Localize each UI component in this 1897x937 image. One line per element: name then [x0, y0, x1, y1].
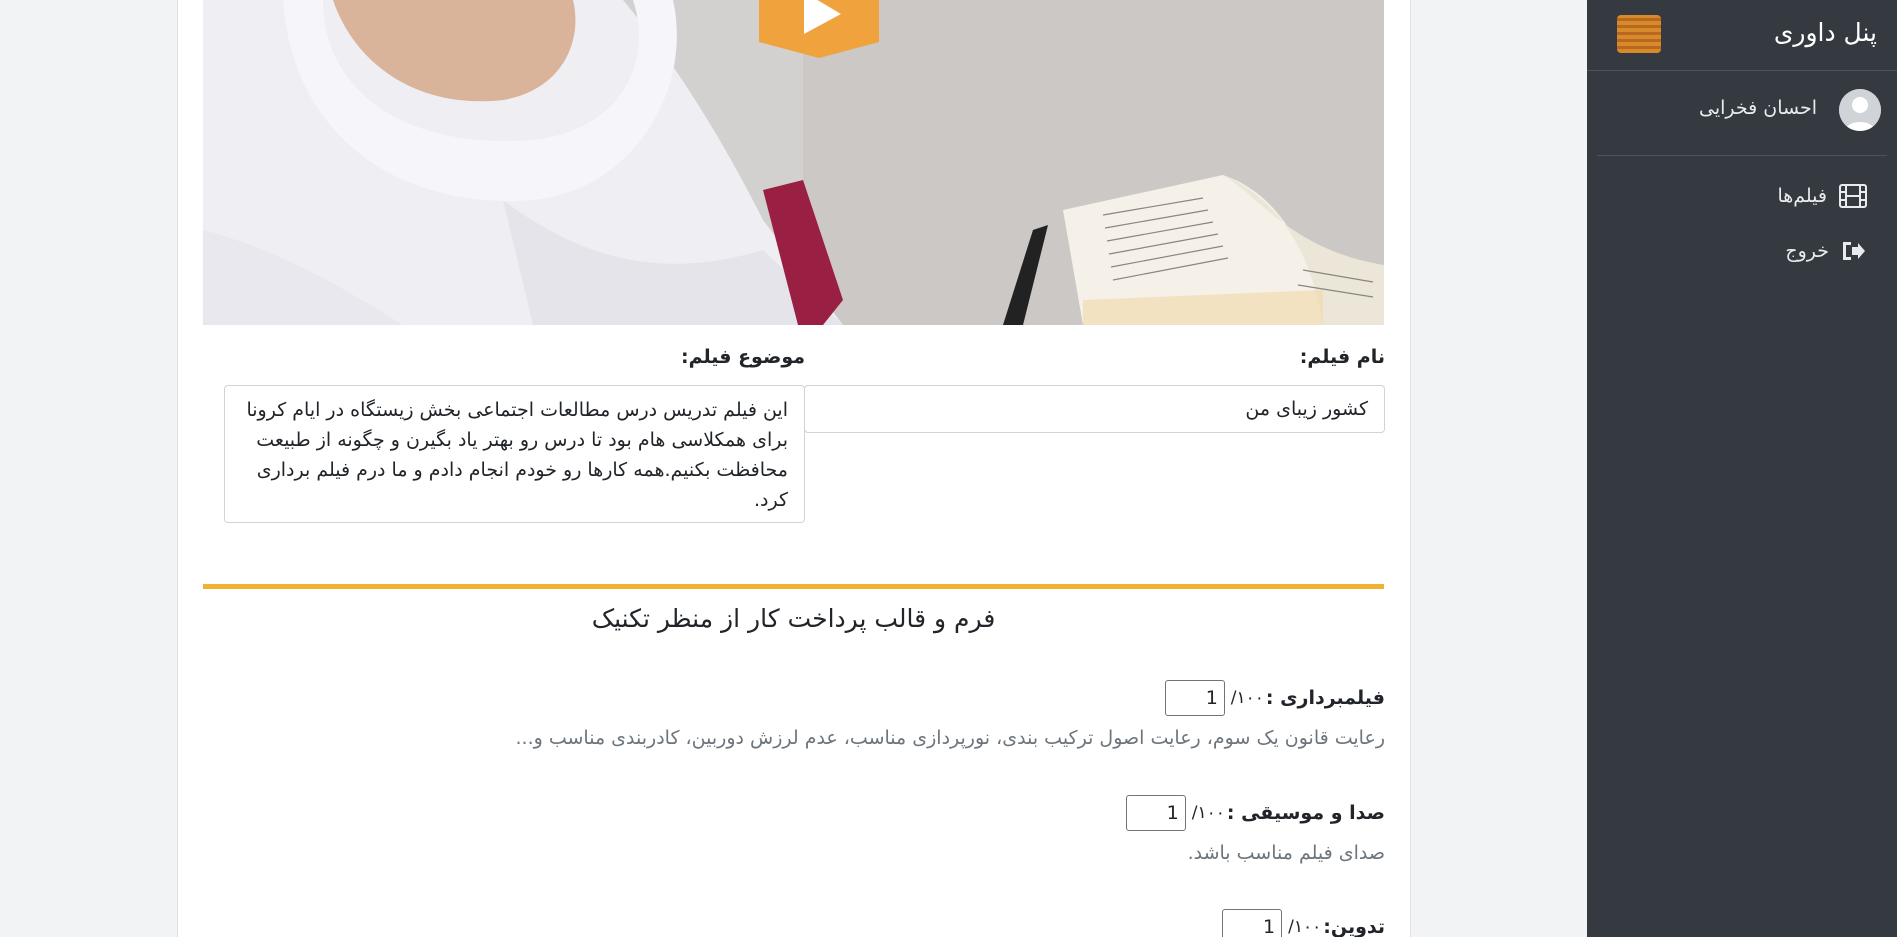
criterion-label: تدوین:	[1323, 916, 1385, 937]
film-name-field[interactable]: کشور زیبای من	[804, 385, 1385, 433]
criterion-description: صدای فیلم مناسب باشد.	[1187, 842, 1385, 864]
film-topic-label: موضوع فیلم:	[681, 346, 805, 368]
avatar	[1839, 89, 1881, 131]
film-icon	[1839, 184, 1867, 208]
criterion-max-score: /۱۰۰	[1191, 803, 1225, 823]
criterion-editing: تدوین: /۱۰۰ 1	[1222, 907, 1385, 937]
film-topic-field[interactable]: این فیلم تدریس درس مطالعات اجتماعی بخش ز…	[224, 385, 805, 523]
score-input[interactable]: 1	[1222, 909, 1283, 937]
sidebar-item-logout[interactable]: خروج	[1785, 240, 1867, 262]
criterion-label: صدا و موسیقی :	[1226, 802, 1385, 824]
user-name[interactable]: احسان فخرایی	[1699, 97, 1817, 119]
score-input[interactable]: 1	[1125, 795, 1186, 831]
criterion-cinematography: فیلمبرداری : /۱۰۰ 1	[1164, 678, 1385, 718]
criterion-label: فیلمبرداری :	[1265, 687, 1385, 709]
criterion-max-score: /۱۰۰	[1230, 688, 1264, 708]
brand-logo[interactable]	[1617, 15, 1661, 53]
sidebar-title[interactable]: پنل داوری	[1774, 18, 1877, 47]
user-icon	[1839, 89, 1881, 131]
sidebar: پنل داوری احسان فخرایی فیلم‌ها	[1587, 0, 1897, 937]
section-title: فرم و قالب پرداخت کار از منظر تکنیک	[591, 604, 996, 633]
sidebar-item-label: فیلم‌ها	[1777, 185, 1827, 207]
video-player[interactable]	[203, 0, 1384, 325]
sign-out-icon	[1843, 242, 1865, 260]
criterion-max-score: /۱۰۰	[1288, 917, 1322, 937]
sidebar-item-label: خروج	[1785, 240, 1829, 262]
criterion-description: رعایت قانون یک سوم، رعایت اصول ترکیب بند…	[515, 727, 1385, 749]
user-panel: احسان فخرایی	[1597, 71, 1887, 156]
criterion-sound-music: صدا و موسیقی : /۱۰۰ 1	[1125, 793, 1385, 833]
section-divider	[203, 584, 1384, 589]
play-button[interactable]	[759, 0, 879, 62]
film-review-card: نام فیلم: موضوع فیلم: کشور زیبای من این …	[177, 0, 1411, 937]
sidebar-header: پنل داوری	[1587, 0, 1897, 71]
film-name-label: نام فیلم:	[1299, 346, 1385, 368]
sidebar-item-films[interactable]: فیلم‌ها	[1777, 184, 1867, 208]
score-input[interactable]: 1	[1164, 680, 1225, 716]
